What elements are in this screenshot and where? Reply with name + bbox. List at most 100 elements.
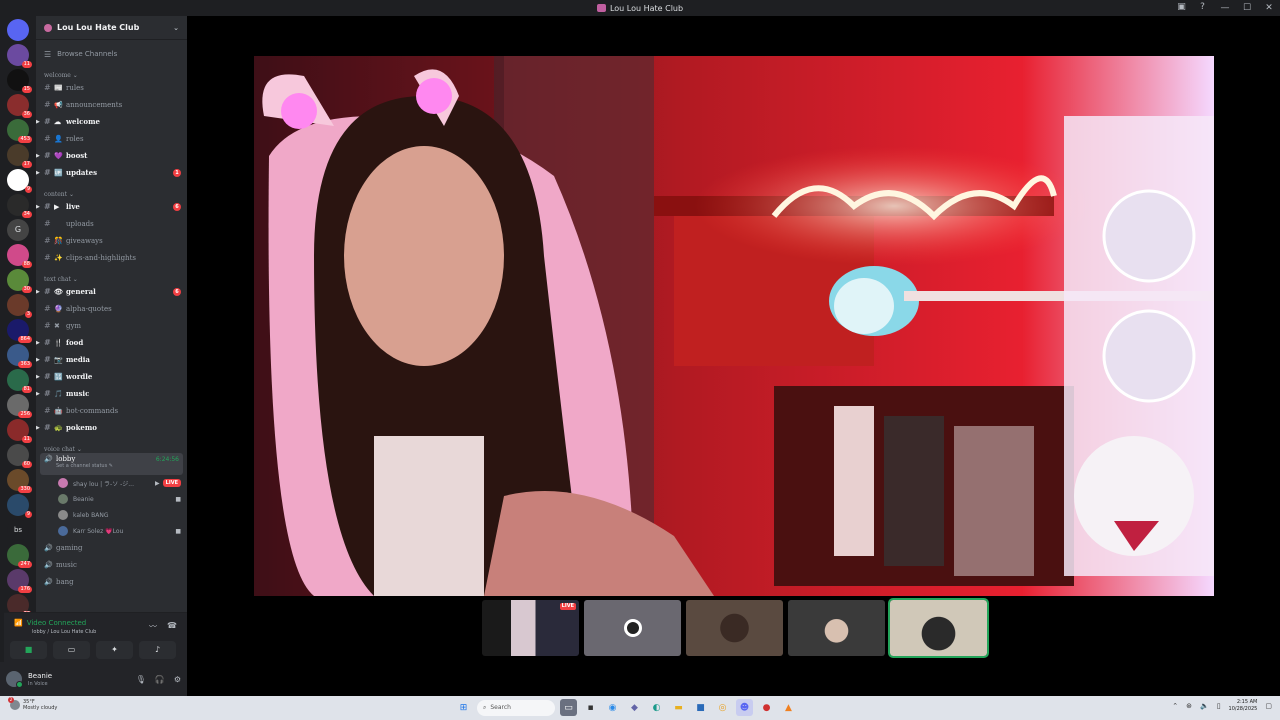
voice-member[interactable]: shay lou | ラ-ソ -ジ... ▶ LIVE <box>36 475 187 491</box>
inbox-icon[interactable]: ▣ <box>1176 2 1187 13</box>
voice-location[interactable]: lobby / Lou Lou Hate Club <box>32 629 96 635</box>
voice-channel-gaming[interactable]: 🔊 gaming <box>36 539 187 556</box>
voice-status[interactable]: Video Connected <box>27 619 87 627</box>
activities-button[interactable]: ✦ <box>96 641 133 659</box>
clock[interactable]: 2:15 AM 10/28/2025 <box>1229 699 1258 713</box>
mic-icon[interactable]: 🎙 <box>136 675 146 684</box>
channel-media[interactable]: ▶ # 📷 media <box>36 351 187 368</box>
camera-button[interactable]: ■ <box>10 641 47 659</box>
server-icon[interactable]: 363 <box>7 344 32 368</box>
minimize-button[interactable]: — <box>1214 3 1236 13</box>
cam-thumb-1[interactable] <box>686 600 783 656</box>
avatar[interactable] <box>6 671 23 688</box>
channel-wordle[interactable]: ▶ # 🔢 wordle <box>36 368 187 385</box>
cam-thumb-3[interactable] <box>888 598 989 658</box>
voice-channel-bang[interactable]: 🔊 bang <box>36 573 187 590</box>
channel-giveaways[interactable]: # 🎊 giveaways <box>36 232 187 249</box>
channel-bot-commands[interactable]: # 🤖 bot-commands <box>36 402 187 419</box>
server-icon[interactable]: 88 <box>7 244 32 268</box>
main-video-stream[interactable] <box>254 56 1214 596</box>
channel-boost[interactable]: ▶ # 💜 boost <box>36 147 187 164</box>
channel-general[interactable]: ▶ # 👁 general 6 <box>36 283 187 300</box>
maximize-button[interactable]: ☐ <box>1236 3 1258 13</box>
channel-welcome[interactable]: ▶ # ☁ welcome <box>36 113 187 130</box>
server-icon[interactable]: 34 <box>7 194 32 218</box>
server-icon[interactable]: 11 <box>7 44 32 68</box>
voice-channel-lobby[interactable]: 🔊 lobby 6:24:56 Set a channel status ✎ <box>40 453 183 475</box>
server-header[interactable]: Lou Lou Hate Club ⌄ <box>36 16 187 40</box>
server-icon[interactable]: 60 <box>7 444 32 468</box>
server-icon[interactable]: 3 <box>7 294 32 318</box>
category-header[interactable]: text chat ⌄ <box>36 272 187 283</box>
category-voice-chat[interactable]: voice chat ⌄ <box>36 442 187 453</box>
voice-channel-music[interactable]: 🔊 music <box>36 556 187 573</box>
volume-icon[interactable]: 🔈 <box>1200 702 1209 710</box>
channel-rules[interactable]: # 📰 rules <box>36 79 187 96</box>
app-icon-orange[interactable]: ▲ <box>780 699 797 716</box>
cam-thumb-2[interactable] <box>788 600 885 656</box>
channel-live[interactable]: ▶ # ▶ live 6 <box>36 198 187 215</box>
server-icon[interactable]: 256 <box>7 394 32 418</box>
channel-uploads[interactable]: # uploads <box>36 215 187 232</box>
store-icon[interactable]: ■ <box>692 699 709 716</box>
battery-icon[interactable]: ▯ <box>1217 702 1221 710</box>
username[interactable]: Beanie <box>28 672 52 681</box>
close-button[interactable]: ✕ <box>1258 3 1280 13</box>
noise-suppression-icon[interactable]: 〰 <box>149 621 157 632</box>
avatar-thumb[interactable] <box>584 600 681 656</box>
server-icon[interactable]: bs <box>7 519 29 541</box>
channel-gym[interactable]: # ✖ gym <box>36 317 187 334</box>
channel-updates[interactable]: ▶ # 🆙 updates 1 <box>36 164 187 181</box>
teams-icon[interactable]: ◆ <box>626 699 643 716</box>
chrome-icon[interactable]: ◎ <box>714 699 731 716</box>
task-view-icon[interactable]: ▭ <box>560 699 577 716</box>
weather-widget[interactable]: 2 35°F Mostly cloudy <box>8 697 57 711</box>
server-icon[interactable]: 17 <box>7 144 32 168</box>
channel-music[interactable]: ▶ # 🎵 music <box>36 385 187 402</box>
channel-food[interactable]: ▶ # 🍴 food <box>36 334 187 351</box>
start-windows-icon[interactable]: ⊞ <box>455 699 472 716</box>
channel-announcements[interactable]: # 📢 announcements <box>36 96 187 113</box>
server-icon[interactable]: 36 <box>7 94 32 118</box>
copilot-icon[interactable]: ◉ <box>604 699 621 716</box>
server-icon[interactable]: 81 <box>7 369 32 393</box>
channel-alpha-quotes[interactable]: # 🔮 alpha-quotes <box>36 300 187 317</box>
disconnect-icon[interactable]: ☎ <box>167 621 177 632</box>
server-icon[interactable]: 864 <box>7 319 32 343</box>
file-explorer-icon[interactable]: ▬ <box>670 699 687 716</box>
app-icon-red[interactable]: ● <box>758 699 775 716</box>
discord-icon[interactable]: ☻ <box>736 699 753 716</box>
server-icon[interactable]: 9 <box>7 169 32 193</box>
voice-member[interactable]: Beanie ■ <box>36 491 187 507</box>
file-icon[interactable]: ▪ <box>582 699 599 716</box>
channel-status[interactable]: Set a channel status ✎ <box>44 463 113 469</box>
server-icon[interactable]: 247 <box>7 544 32 568</box>
help-icon[interactable]: ? <box>1197 2 1208 13</box>
network-icon[interactable]: ⊛ <box>1186 702 1192 710</box>
server-icon[interactable]: 176 <box>7 569 32 593</box>
screen-share-button[interactable]: ▭ <box>53 641 90 659</box>
notifications-icon[interactable]: ▢ <box>1265 702 1272 710</box>
channel-roles[interactable]: # 👤 roles <box>36 130 187 147</box>
server-icon[interactable]: G <box>7 219 29 241</box>
server-icon[interactable]: 330 <box>7 469 32 493</box>
soundboard-button[interactable]: ♪ <box>139 641 176 659</box>
settings-gear-icon[interactable]: ⚙ <box>174 675 181 684</box>
headphones-icon[interactable]: 🎧 <box>155 675 165 684</box>
server-icon[interactable]: 9 <box>7 494 32 518</box>
server-icon[interactable]: 15 <box>7 69 32 93</box>
category-header[interactable]: content ⌄ <box>36 187 187 198</box>
server-icon[interactable]: 11 <box>7 419 32 443</box>
edge-icon[interactable]: ◐ <box>648 699 665 716</box>
channel-clips-and-highlights[interactable]: # ✨ clips-and-highlights <box>36 249 187 266</box>
server-icon[interactable] <box>7 19 29 41</box>
server-icon[interactable]: 30 <box>7 269 32 293</box>
server-icon[interactable]: 453 <box>7 119 32 143</box>
browse-channels[interactable]: ☰ Browse Channels <box>36 46 187 62</box>
channel-pokemo[interactable]: ▶ # 🐢 pokemo <box>36 419 187 436</box>
category-header[interactable]: welcome ⌄ <box>36 68 187 79</box>
taskbar-search[interactable]: ⌕ Search <box>477 699 555 716</box>
voice-member[interactable]: kaleb BANG <box>36 507 187 523</box>
voice-member[interactable]: Karr Solez 💗Lou ■ <box>36 523 187 539</box>
screen-share-thumb[interactable]: LIVE <box>482 600 579 656</box>
